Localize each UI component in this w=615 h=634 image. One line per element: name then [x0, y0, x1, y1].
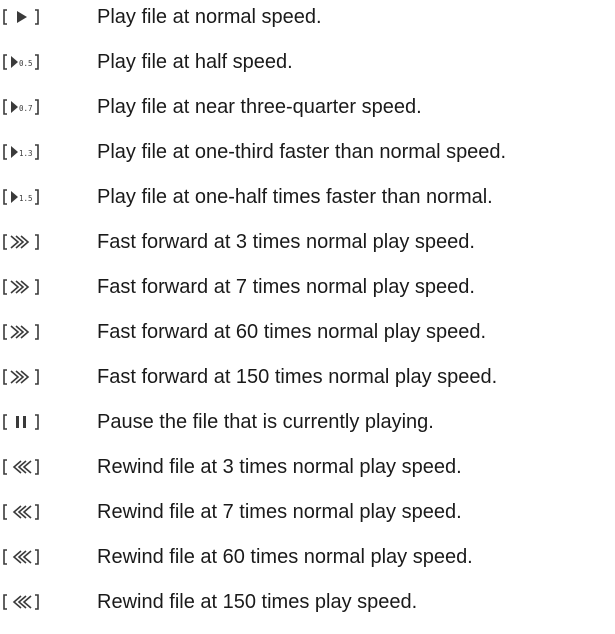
- fast-forward-icon: [2, 276, 40, 298]
- legend-description: Fast forward at 3 times normal play spee…: [97, 231, 475, 253]
- fast-forward-icon: [2, 366, 40, 388]
- rewind-icon: [2, 546, 40, 568]
- legend-row: 0.5 Play file at half speed.: [0, 47, 615, 77]
- svg-text:1.5: 1.5: [19, 194, 33, 203]
- legend-description: Play file at one-third faster than norma…: [97, 141, 507, 163]
- legend-description: Play file at normal speed.: [97, 6, 322, 28]
- legend-row: Pause the file that is currently playing…: [0, 407, 615, 437]
- legend-row: Rewind file at 7 times normal play speed…: [0, 497, 615, 527]
- play-one-third-faster-icon: 1.3: [2, 141, 40, 163]
- legend-description: Play file at near three-quarter speed.: [97, 96, 422, 118]
- legend-row: Rewind file at 3 times normal play speed…: [0, 452, 615, 482]
- legend-description: Play file at one-half times faster than …: [97, 186, 493, 208]
- legend-row: Fast forward at 3 times normal play spee…: [0, 227, 615, 257]
- legend-row: Rewind file at 60 times normal play spee…: [0, 542, 615, 572]
- legend-row: Play file at normal speed.: [0, 2, 615, 32]
- legend-description: Rewind file at 3 times normal play speed…: [97, 456, 462, 478]
- fast-forward-icon: [2, 321, 40, 343]
- legend-description: Fast forward at 150 times normal play sp…: [97, 366, 498, 388]
- legend-description: Rewind file at 150 times play speed.: [97, 591, 418, 613]
- rewind-icon: [2, 501, 40, 523]
- legend-row: 0.7 Play file at near three-quarter spee…: [0, 92, 615, 122]
- legend-row: Rewind file at 150 times play speed.: [0, 587, 615, 617]
- legend-description: Fast forward at 60 times normal play spe…: [97, 321, 487, 343]
- legend-description: Play file at half speed.: [97, 51, 293, 73]
- legend-description: Pause the file that is currently playing…: [97, 411, 434, 433]
- legend-row: Fast forward at 7 times normal play spee…: [0, 272, 615, 302]
- play-one-half-faster-icon: 1.5: [2, 186, 40, 208]
- legend-description: Rewind file at 7 times normal play speed…: [97, 501, 462, 523]
- rewind-icon: [2, 591, 40, 613]
- legend-description: Fast forward at 7 times normal play spee…: [97, 276, 475, 298]
- fast-forward-icon: [2, 231, 40, 253]
- legend-row: Fast forward at 150 times normal play sp…: [0, 362, 615, 392]
- play-three-quarter-speed-icon: 0.7: [2, 96, 40, 118]
- legend-row: 1.3 Play file at one-third faster than n…: [0, 137, 615, 167]
- svg-text:0.7: 0.7: [19, 104, 33, 113]
- play-normal-icon: [2, 6, 40, 28]
- play-half-speed-icon: 0.5: [2, 51, 40, 73]
- svg-text:0.5: 0.5: [19, 59, 33, 68]
- legend-description: Rewind file at 60 times normal play spee…: [97, 546, 473, 568]
- svg-text:1.3: 1.3: [19, 149, 33, 158]
- legend-row: 1.5 Play file at one-half times faster t…: [0, 182, 615, 212]
- legend-row: Fast forward at 60 times normal play spe…: [0, 317, 615, 347]
- pause-icon: [2, 411, 40, 433]
- rewind-icon: [2, 456, 40, 478]
